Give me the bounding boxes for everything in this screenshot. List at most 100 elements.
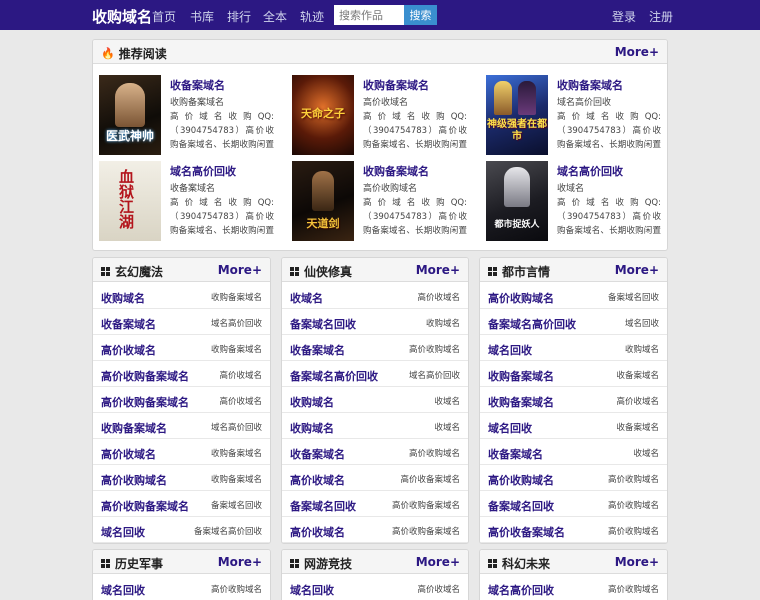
list-item[interactable]: 高价收购域名 高价收购域名	[480, 465, 667, 491]
book-card[interactable]: 神级强者在都市 收购备案域名 域名高价回收 高 价 域 名 收 购 QQ:（39…	[486, 75, 666, 155]
list-item[interactable]: 高价收购域名 备案域名回收	[480, 283, 667, 309]
book-title-link[interactable]: 高价收购备案域名	[101, 498, 189, 514]
book-title-link[interactable]: 收购域名	[101, 290, 145, 306]
book-cover[interactable]: 医武神帅	[99, 75, 161, 155]
book-cover[interactable]: 天道剑	[292, 161, 354, 241]
book-title-link[interactable]: 备案域名高价回收	[290, 368, 378, 384]
book-card[interactable]: 天命之子 收购备案域名 高价收域名 高 价 域 名 收 购 QQ:（390475…	[292, 75, 472, 155]
more-link[interactable]: More+	[218, 263, 262, 277]
list-item[interactable]: 收购域名 收购备案域名	[93, 283, 270, 309]
nav-completed[interactable]: 全本	[263, 8, 287, 25]
book-title[interactable]: 域名高价回收	[170, 163, 236, 179]
book-cover[interactable]: 都市捉妖人	[486, 161, 548, 241]
book-title-link[interactable]: 收备案域名	[101, 316, 156, 332]
book-title-link[interactable]: 高价收域名	[290, 472, 345, 488]
list-item[interactable]: 备案域名高价回收 域名回收	[480, 309, 667, 335]
book-title[interactable]: 域名高价回收	[557, 163, 623, 179]
list-item[interactable]: 高价收购备案域名 备案域名回收	[93, 491, 270, 517]
book-title-link[interactable]: 备案域名高价回收	[488, 316, 576, 332]
book-title-link[interactable]: 收购备案域名	[488, 394, 554, 410]
book-cover[interactable]: 血狱江湖	[99, 161, 161, 241]
more-link[interactable]: More+	[416, 555, 460, 569]
book-title-link[interactable]: 收购备案域名	[101, 420, 167, 436]
book-title-link[interactable]: 域名回收	[101, 582, 145, 598]
book-title-link[interactable]: 收购域名	[290, 420, 334, 436]
list-item[interactable]: 收购备案域名 收备案域名	[480, 361, 667, 387]
search-button[interactable]: 搜索	[404, 5, 437, 25]
book-title-link[interactable]: 收备案域名	[488, 446, 543, 462]
nav-history[interactable]: 轨迹	[300, 8, 324, 25]
book-title-link[interactable]: 高价收域名	[101, 342, 156, 358]
book-title-link[interactable]: 收购域名	[290, 394, 334, 410]
book-card[interactable]: 血狱江湖 域名高价回收 收备案域名 高 价 域 名 收 购 QQ:（390475…	[99, 161, 279, 241]
book-title-link[interactable]: 高价收备案域名	[488, 524, 565, 540]
list-item[interactable]: 高价收购域名 收购备案域名	[93, 465, 270, 491]
list-item[interactable]: 域名回收 高价收购域名	[93, 575, 270, 600]
list-item[interactable]: 域名回收 备案域名高价回收	[93, 517, 270, 543]
book-title[interactable]: 收购备案域名	[363, 163, 429, 179]
book-title-link[interactable]: 高价收购备案域名	[101, 368, 189, 384]
list-item[interactable]: 收购域名 收域名	[282, 413, 468, 439]
list-item[interactable]: 收备案域名 收域名	[480, 439, 667, 465]
book-title-link[interactable]: 收备案域名	[290, 342, 345, 358]
book-title-link[interactable]: 备案域名回收	[488, 498, 554, 514]
nav-home[interactable]: 首页	[152, 8, 176, 25]
book-title-link[interactable]: 收域名	[290, 290, 323, 306]
book-title-link[interactable]: 收购备案域名	[488, 368, 554, 384]
book-title-link[interactable]: 域名回收	[488, 420, 532, 436]
list-item[interactable]: 高价收域名 收购备案域名	[93, 439, 270, 465]
book-title-link[interactable]: 域名回收	[101, 524, 145, 540]
book-title-link[interactable]: 备案域名回收	[290, 316, 356, 332]
list-item[interactable]: 收购域名 收域名	[282, 387, 468, 413]
book-card[interactable]: 医武神帅 收备案域名 收购备案域名 高 价 域 名 收 购 QQ:（390475…	[99, 75, 279, 155]
book-cover[interactable]: 天命之子	[292, 75, 354, 155]
list-item[interactable]: 收购备案域名 域名高价回收	[93, 413, 270, 439]
book-title-link[interactable]: 高价收域名	[101, 446, 156, 462]
book-title-link[interactable]: 高价收购域名	[488, 472, 554, 488]
nav-library[interactable]: 书库	[190, 8, 214, 25]
list-item[interactable]: 收备案域名 高价收购域名	[282, 335, 468, 361]
list-item[interactable]: 备案域名回收 高价收购备案域名	[282, 491, 468, 517]
list-item[interactable]: 收域名 高价收域名	[282, 283, 468, 309]
book-title-link[interactable]: 域名高价回收	[488, 582, 554, 598]
list-item[interactable]: 域名回收 高价收域名	[282, 575, 468, 600]
list-item[interactable]: 收备案域名 域名高价回收	[93, 309, 270, 335]
login-link[interactable]: 登录	[612, 8, 636, 25]
book-title-link[interactable]: 高价收购域名	[101, 472, 167, 488]
list-item[interactable]: 收购备案域名 高价收域名	[480, 387, 667, 413]
more-link[interactable]: More+	[218, 555, 262, 569]
list-item[interactable]: 收备案域名 高价收购域名	[282, 439, 468, 465]
book-title[interactable]: 收购备案域名	[363, 77, 429, 93]
list-item[interactable]: 高价收域名 高价收备案域名	[282, 465, 468, 491]
list-item[interactable]: 备案域名回收 收购域名	[282, 309, 468, 335]
book-title-link[interactable]: 高价收域名	[290, 524, 345, 540]
book-title[interactable]: 收购备案域名	[557, 77, 623, 93]
list-item[interactable]: 高价收域名 收购备案域名	[93, 335, 270, 361]
list-item[interactable]: 域名回收 收备案域名	[480, 413, 667, 439]
site-logo[interactable]: 收购域名	[92, 6, 152, 27]
more-link[interactable]: More+	[615, 45, 659, 59]
register-link[interactable]: 注册	[649, 8, 673, 25]
book-title-link[interactable]: 域名回收	[290, 582, 334, 598]
book-title-link[interactable]: 高价收购域名	[488, 290, 554, 306]
list-item[interactable]: 域名高价回收 高价收购域名	[480, 575, 667, 600]
list-item[interactable]: 高价收域名 高价收购备案域名	[282, 517, 468, 543]
book-title-link[interactable]: 收备案域名	[290, 446, 345, 462]
nav-ranking[interactable]: 排行	[227, 8, 251, 25]
more-link[interactable]: More+	[416, 263, 460, 277]
book-card[interactable]: 天道剑 收购备案域名 高价收购域名 高 价 域 名 收 购 QQ:（390475…	[292, 161, 472, 241]
search-input[interactable]	[334, 5, 404, 25]
book-title-link[interactable]: 高价收购备案域名	[101, 394, 189, 410]
book-title[interactable]: 收备案域名	[170, 77, 225, 93]
list-item[interactable]: 高价收购备案域名 高价收域名	[93, 387, 270, 413]
book-card[interactable]: 都市捉妖人 域名高价回收 收域名 高 价 域 名 收 购 QQ:（3904754…	[486, 161, 666, 241]
book-cover[interactable]: 神级强者在都市	[486, 75, 548, 155]
list-item[interactable]: 备案域名高价回收 域名高价回收	[282, 361, 468, 387]
list-item[interactable]: 域名回收 收购域名	[480, 335, 667, 361]
book-title-link[interactable]: 备案域名回收	[290, 498, 356, 514]
more-link[interactable]: More+	[615, 555, 659, 569]
list-item[interactable]: 备案域名回收 高价收购域名	[480, 491, 667, 517]
more-link[interactable]: More+	[615, 263, 659, 277]
list-item[interactable]: 高价收备案域名 高价收购域名	[480, 517, 667, 543]
book-title-link[interactable]: 域名回收	[488, 342, 532, 358]
